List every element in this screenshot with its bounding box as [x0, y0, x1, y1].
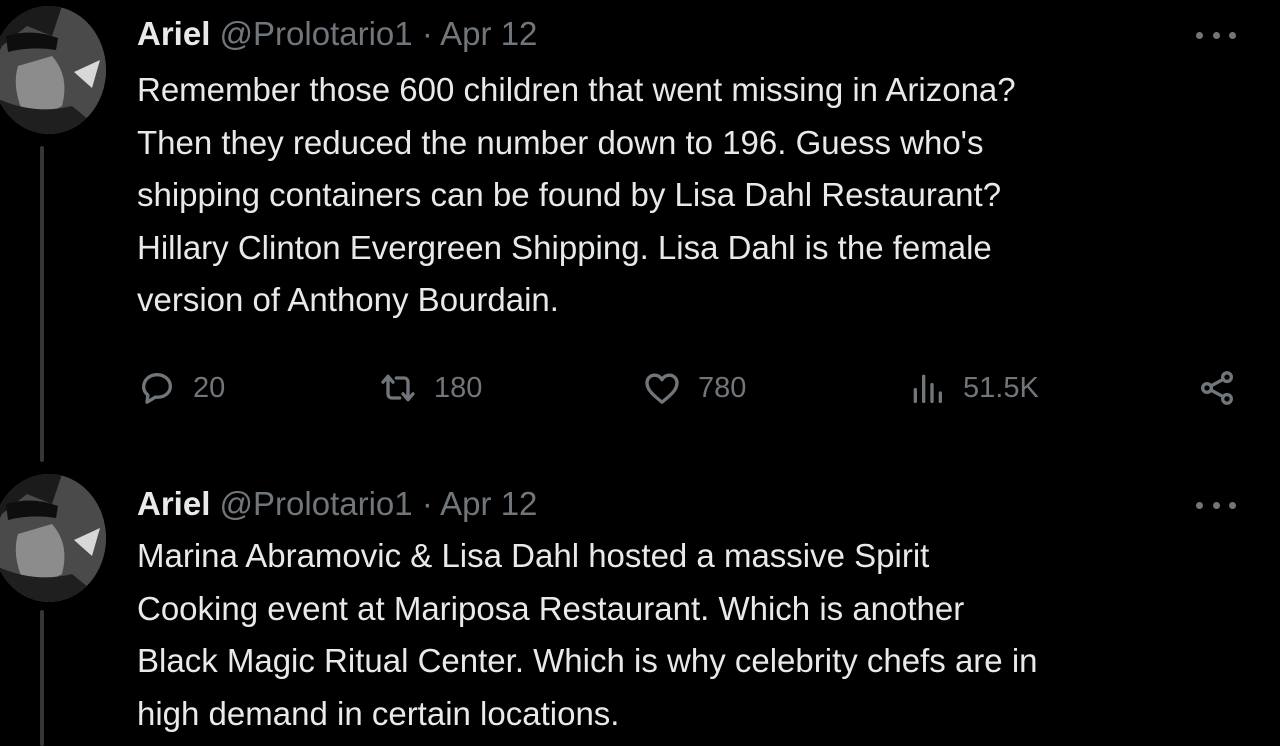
like-button[interactable]: 780 — [642, 362, 746, 414]
tweet-actions: 20 180 780 51.5K — [137, 362, 1247, 414]
tweet-date[interactable]: Apr 12 — [440, 485, 537, 522]
avatar-image — [0, 6, 106, 134]
avatar[interactable] — [0, 6, 106, 134]
tweet-date[interactable]: Apr 12 — [440, 15, 537, 52]
reply-button[interactable]: 20 — [137, 362, 225, 414]
thread-line — [40, 610, 44, 746]
like-icon — [645, 373, 679, 404]
header-separator: · — [421, 15, 433, 52]
tweet-text-line: shipping containers can be found by Lisa… — [137, 176, 1002, 214]
tweet-text-line: version of Anthony Bourdain. — [137, 281, 559, 319]
tweet-text-line: Cooking event at Mariposa Restaurant. Wh… — [137, 589, 965, 627]
thread-line — [40, 146, 44, 462]
more-options-icon[interactable] — [1196, 500, 1236, 510]
tweet-text-line: high demand in certain locations. — [137, 694, 620, 732]
author-handle[interactable]: @Prolotario1 — [220, 15, 413, 52]
retweet-count: 180 — [434, 371, 483, 404]
tweet-text-line: Then they reduced the number down to 196… — [137, 123, 984, 161]
more-options-icon[interactable] — [1196, 30, 1236, 40]
retweet-icon — [381, 374, 415, 402]
reply-icon — [142, 373, 172, 404]
retweet-button[interactable]: 180 — [378, 362, 482, 414]
reply-count: 20 — [193, 371, 226, 404]
tweet-text: Marina Abramovic & Lisa Dahl hosted a ma… — [137, 530, 1247, 740]
tweet[interactable]: Ariel @Prolotario1 · Apr 12 Marina Abram… — [0, 470, 1280, 746]
tweet-header: Ariel @Prolotario1 · Apr 12 — [137, 14, 537, 54]
views-icon — [913, 374, 942, 403]
author-name[interactable]: Ariel — [137, 485, 210, 522]
views-count: 51.5K — [963, 371, 1039, 404]
author-name[interactable]: Ariel — [137, 15, 210, 52]
tweet-text-line: Black Magic Ritual Center. Which is why … — [137, 642, 1038, 680]
tweet-text: Remember those 600 children that went mi… — [137, 64, 1247, 327]
avatar-image — [0, 474, 106, 602]
avatar[interactable] — [0, 474, 106, 602]
views-button[interactable]: 51.5K — [907, 362, 1039, 414]
tweet-text-line: Hillary Clinton Evergreen Shipping. Lisa… — [137, 228, 992, 266]
share-icon — [1201, 371, 1233, 405]
like-count: 780 — [698, 371, 747, 404]
tweet-header: Ariel @Prolotario1 · Apr 12 — [137, 484, 537, 524]
tweet-text-line: Marina Abramovic & Lisa Dahl hosted a ma… — [137, 537, 930, 574]
share-button[interactable] — [1197, 362, 1237, 414]
tweet[interactable]: Ariel @Prolotario1 · Apr 12 Remember tho… — [0, 0, 1280, 470]
tweet-text-line: Remember those 600 children that went mi… — [137, 71, 1016, 108]
header-separator: · — [421, 485, 433, 522]
author-handle[interactable]: @Prolotario1 — [220, 485, 413, 522]
